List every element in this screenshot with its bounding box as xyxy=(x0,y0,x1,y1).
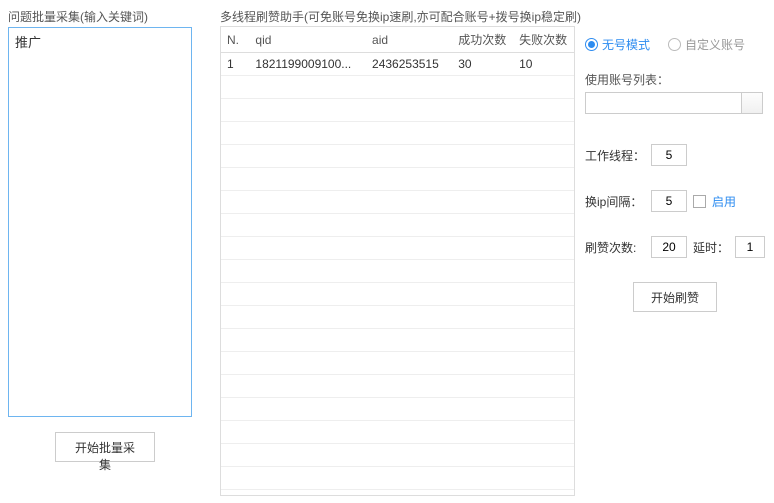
table-row xyxy=(221,421,574,444)
thread-input[interactable] xyxy=(651,144,687,166)
table-row xyxy=(221,352,574,375)
table-row xyxy=(221,306,574,329)
thread-label: 工作线程： xyxy=(585,147,645,164)
table-row xyxy=(221,260,574,283)
col-fail: 失败次数 xyxy=(513,27,574,53)
mode-custom-radio[interactable]: 自定义账号 xyxy=(668,36,745,53)
mode-none-radio[interactable]: 无号模式 xyxy=(585,36,650,53)
table-row xyxy=(221,76,574,99)
chevron-down-icon xyxy=(749,100,757,105)
ip-interval-input[interactable] xyxy=(651,190,687,212)
table-row xyxy=(221,99,574,122)
cell-aid: 2436253515 xyxy=(366,53,452,76)
delay-label: 延时： xyxy=(693,239,729,256)
cell-success: 30 xyxy=(452,53,513,76)
radio-unchecked-icon xyxy=(668,38,681,51)
enable-label: 启用 xyxy=(712,193,736,210)
table-row xyxy=(221,191,574,214)
start-collect-button[interactable]: 开始批量采集 xyxy=(55,432,155,462)
table-row xyxy=(221,398,574,421)
cell-n: 1 xyxy=(221,53,249,76)
cell-qid: 1821199009100... xyxy=(249,53,366,76)
col-n: N. xyxy=(221,27,249,53)
enable-checkbox[interactable] xyxy=(693,195,706,208)
account-list-select[interactable] xyxy=(585,92,763,114)
right-panel-title: 多线程刷赞助手(可免账号免换ip速刷,亦可配合账号+拨号换ip稳定刷) xyxy=(220,8,768,25)
account-list-label: 使用账号列表： xyxy=(585,71,765,88)
result-table: N. qid aid 成功次数 失败次数 11821199009100...24… xyxy=(220,26,575,496)
col-success: 成功次数 xyxy=(452,27,513,53)
col-qid: qid xyxy=(249,27,366,53)
col-aid: aid xyxy=(366,27,452,53)
table-row xyxy=(221,122,574,145)
table-row xyxy=(221,444,574,467)
count-input[interactable] xyxy=(651,236,687,258)
table-row xyxy=(221,283,574,306)
table-header-row: N. qid aid 成功次数 失败次数 xyxy=(221,27,574,53)
keyword-input[interactable] xyxy=(8,27,192,417)
radio-checked-icon xyxy=(585,38,598,51)
cell-fail: 10 xyxy=(513,53,574,76)
table-row xyxy=(221,237,574,260)
table-row xyxy=(221,168,574,191)
mode-custom-label: 自定义账号 xyxy=(685,36,745,53)
table-row xyxy=(221,329,574,352)
count-label: 刷赞次数: xyxy=(585,239,645,256)
delay-input[interactable] xyxy=(735,236,765,258)
table-row xyxy=(221,467,574,490)
table-row[interactable]: 11821199009100...24362535153010 xyxy=(221,53,574,76)
mode-none-label: 无号模式 xyxy=(602,36,650,53)
table-row xyxy=(221,214,574,237)
start-brush-button[interactable]: 开始刷赞 xyxy=(633,282,717,312)
table-row xyxy=(221,145,574,168)
ip-interval-label: 换ip间隔： xyxy=(585,193,645,210)
table-row xyxy=(221,375,574,398)
left-panel-title: 问题批量采集(输入关键词) xyxy=(8,8,208,25)
